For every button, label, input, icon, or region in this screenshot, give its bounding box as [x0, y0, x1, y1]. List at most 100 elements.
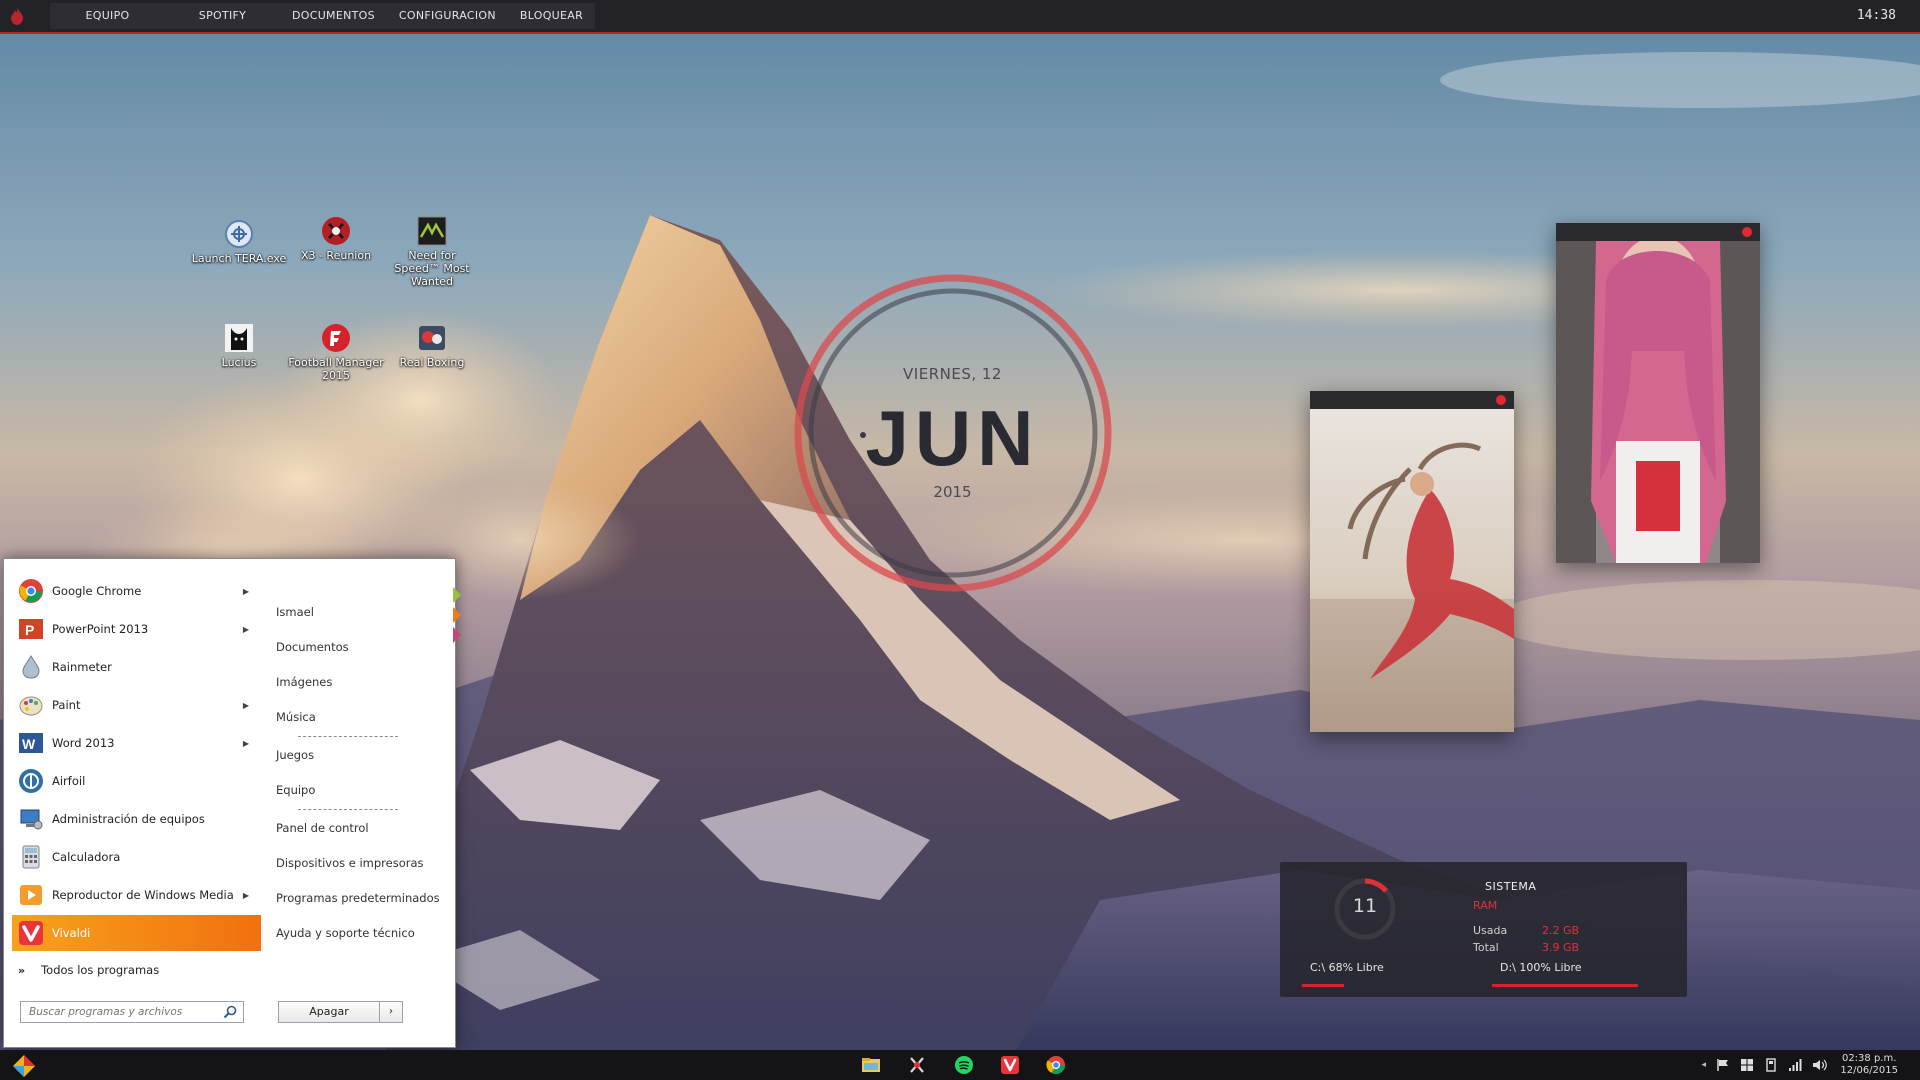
paint-palette-icon	[19, 696, 43, 716]
desktop-icon-label: Football Manager 2015	[288, 356, 384, 382]
places-separator	[298, 809, 398, 810]
place-music[interactable]: Música	[276, 710, 316, 724]
submenu-arrow-icon: ▶	[242, 700, 249, 710]
svg-text:W: W	[22, 736, 36, 752]
top-clock: 14:38	[1856, 8, 1896, 23]
drive-d-bar	[1492, 984, 1638, 987]
shutdown-options-button[interactable]: ›	[379, 1001, 403, 1023]
program-paint[interactable]: Paint ▶	[12, 687, 261, 723]
desktop-icon-nfs[interactable]: Need for Speed™ Most Wanted	[384, 215, 480, 288]
shutdown-button[interactable]: Apagar	[278, 1001, 380, 1023]
desktop-icon-label: Lucius	[221, 356, 257, 369]
photo-frame-2[interactable]	[1556, 223, 1760, 563]
vivaldi-taskbar-icon[interactable]	[999, 1054, 1021, 1076]
program-label: Word 2013	[52, 736, 115, 750]
program-label: PowerPoint 2013	[52, 622, 149, 636]
volume-icon[interactable]	[1812, 1058, 1828, 1072]
ram-total-label: Total	[1473, 941, 1499, 954]
lucius-game-icon	[225, 324, 253, 352]
place-help-support[interactable]: Ayuda y soporte técnico	[276, 926, 415, 940]
date-day: VIERNES, 12	[903, 365, 1002, 383]
place-computer[interactable]: Equipo	[276, 783, 315, 797]
date-year: 2015	[933, 483, 972, 501]
desktop-icon-label: X3 - Reunion	[300, 249, 372, 262]
double-chevron-icon: »	[18, 963, 26, 977]
svg-text:P: P	[25, 622, 34, 638]
word-icon: W	[19, 733, 43, 753]
system-title: SISTEMA	[1485, 880, 1537, 893]
menu-documentos[interactable]: DOCUMENTOS	[280, 0, 387, 32]
close-dot-icon[interactable]	[1742, 227, 1752, 237]
program-powerpoint[interactable]: P PowerPoint 2013 ▶	[12, 611, 261, 647]
program-windows-media-player[interactable]: Reproductor de Windows Media ▶	[12, 877, 261, 913]
program-rainmeter[interactable]: Rainmeter	[12, 649, 261, 685]
real-boxing-icon	[419, 326, 445, 350]
menu-bloquear[interactable]: BLOQUEAR	[508, 0, 595, 32]
desktop-icon-label: Real Boxing	[399, 356, 465, 369]
program-label: Calculadora	[52, 850, 121, 864]
cpu-usage-value: 11	[1352, 895, 1378, 917]
place-pictures[interactable]: Imágenes	[276, 675, 332, 689]
program-calculator[interactable]: Calculadora	[12, 839, 261, 875]
place-user[interactable]: Ismael	[276, 605, 314, 619]
network-signal-icon[interactable]	[1788, 1058, 1802, 1072]
program-label: Airfoil	[52, 774, 86, 788]
search-icon[interactable]	[222, 1004, 238, 1020]
taskbar-time: 02:38 p.m.	[1841, 1053, 1897, 1064]
desktop-icon-lucius[interactable]: Lucius	[191, 322, 287, 369]
desktop-icon-label: Need for Speed™ Most Wanted	[394, 249, 470, 288]
tray-expand-icon[interactable]: ◂	[1701, 1060, 1706, 1070]
desktop-icon-tera[interactable]: Launch TERA.exe	[191, 218, 287, 265]
menu-equipo[interactable]: EQUIPO	[50, 0, 165, 32]
calculator-icon	[22, 845, 40, 869]
start-button-icon[interactable]	[12, 1054, 36, 1078]
place-documents[interactable]: Documentos	[276, 640, 349, 654]
action-center-flag-icon[interactable]	[1716, 1058, 1730, 1072]
desktop-icon-fm15[interactable]: Football Manager 2015	[288, 322, 384, 382]
vivaldi-icon	[19, 921, 43, 945]
windows-icon[interactable]	[1740, 1058, 1754, 1072]
spotify-icon[interactable]	[953, 1054, 975, 1076]
desktop-icon-x3[interactable]: X3 - Reunion	[288, 215, 384, 262]
photo-pink-hair	[1556, 241, 1760, 563]
tera-taskbar-icon[interactable]	[906, 1054, 928, 1076]
ram-label: RAM	[1473, 899, 1498, 912]
program-label: Vivaldi	[52, 926, 91, 940]
place-devices-printers[interactable]: Dispositivos e impresoras	[276, 856, 424, 870]
place-control-panel[interactable]: Panel de control	[276, 821, 369, 835]
logo[interactable]	[0, 0, 34, 32]
football-manager-icon	[322, 324, 350, 352]
program-computer-management[interactable]: Administración de equipos	[12, 801, 261, 837]
all-programs-label: Todos los programas	[41, 963, 160, 977]
program-label: Rainmeter	[52, 660, 112, 674]
program-google-chrome[interactable]: Google Chrome ▶	[12, 573, 261, 609]
usb-device-icon[interactable]	[1764, 1058, 1778, 1072]
file-explorer-icon[interactable]	[860, 1054, 882, 1076]
program-vivaldi[interactable]: Vivaldi	[12, 915, 261, 951]
chrome-taskbar-icon[interactable]	[1045, 1054, 1067, 1076]
program-word[interactable]: W Word 2013 ▶	[12, 725, 261, 761]
ram-total-value: 3.9 GB	[1542, 941, 1580, 954]
photo-dancer	[1310, 409, 1514, 732]
start-menu-programs: Google Chrome ▶ P PowerPoint 2013 ▶ Rain…	[4, 559, 264, 1049]
menu-spotify[interactable]: SPOTIFY	[165, 0, 280, 32]
desktop-icon-real-boxing[interactable]: Real Boxing	[384, 322, 480, 369]
computer-management-icon	[20, 809, 43, 830]
place-default-programs[interactable]: Programas predeterminados	[276, 891, 440, 905]
all-programs-link[interactable]: » Todos los programas	[18, 963, 159, 977]
program-label: Reproductor de Windows Media	[52, 888, 234, 902]
flame-logo-icon	[11, 7, 23, 25]
start-search-input[interactable]	[20, 1001, 244, 1023]
photo-frame-titlebar	[1556, 223, 1760, 241]
powerpoint-icon: P	[19, 619, 43, 639]
close-dot-icon[interactable]	[1496, 395, 1506, 405]
places-separator	[298, 736, 398, 737]
taskbar-clock[interactable]: 02:38 p.m. 12/06/2015	[1840, 1053, 1898, 1077]
program-airfoil[interactable]: Airfoil	[12, 763, 261, 799]
photo-frame-1[interactable]	[1310, 391, 1514, 732]
program-label: Google Chrome	[52, 584, 142, 598]
top-menu: EQUIPO SPOTIFY DOCUMENTOS CONFIGURACION …	[50, 0, 596, 32]
start-menu-places: Ismael Documentos Imágenes Música Juegos…	[266, 559, 456, 1049]
menu-configuracion[interactable]: CONFIGURACION	[387, 0, 508, 32]
place-games[interactable]: Juegos	[276, 748, 314, 762]
